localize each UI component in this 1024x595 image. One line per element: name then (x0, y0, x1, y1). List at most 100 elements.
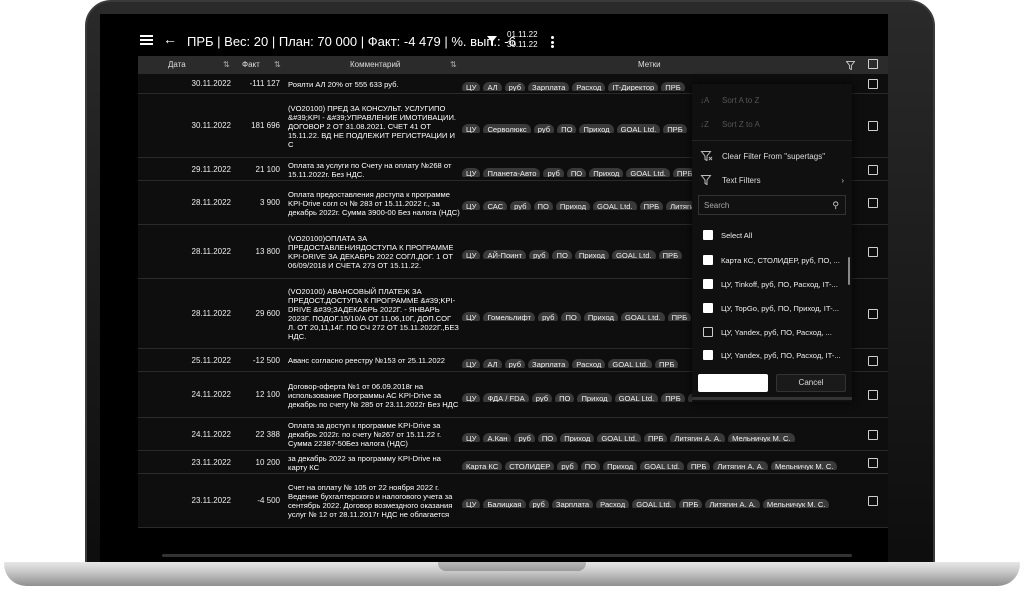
tag-chip: ПО (557, 124, 577, 133)
date-range[interactable]: 01.11.22 30.11.22 (507, 30, 538, 50)
comment-cell: Оплата предоставления доступа к программ… (288, 189, 460, 217)
option-checkbox[interactable] (703, 303, 713, 313)
option-checkbox[interactable] (703, 327, 713, 337)
filter-option[interactable]: ЦУ, Yandex, руб, ПО, Расход, ... (703, 326, 832, 338)
tag-chip: Мельничук М. С. (770, 460, 838, 470)
table-row[interactable]: 24.11.2022 22 388 Оплата за доступ к прогр… (138, 418, 888, 451)
fact-cell: -12 500 (252, 355, 280, 365)
sort-icon[interactable]: ⇅ (274, 60, 281, 69)
filter-icon[interactable] (487, 36, 497, 46)
row-checkbox[interactable] (868, 79, 878, 89)
tag-chip: руб (504, 358, 526, 368)
sort-asc-item[interactable]: ↓A Sort A to Z (700, 93, 759, 107)
select-all-checkbox[interactable] (868, 59, 878, 69)
more-options-icon[interactable] (551, 36, 554, 50)
row-checkbox[interactable] (868, 247, 878, 257)
tag-chip: Литягин А. А. (670, 432, 726, 442)
filter-option[interactable]: Select All (703, 229, 752, 241)
sort-icon[interactable]: ⇅ (450, 60, 457, 69)
comment-cell: (VO20100) АВАНСОВЫЙ ПЛАТЕЖ ЗА ПРЕДОСТ.ДО… (288, 287, 459, 341)
tag-chip: Зарплата (528, 82, 570, 91)
clear-filter-item[interactable]: Clear Filter From "supertags" (700, 149, 825, 163)
ok-button[interactable] (698, 374, 768, 392)
tags-cell: ЦУ А.Кан руб ПО Приход GOAL Ltd. ПРБ Литягин А.… (462, 428, 860, 442)
row-checkbox[interactable] (868, 309, 878, 319)
option-checkbox[interactable] (703, 279, 713, 289)
tag-chip: ПРБ (639, 201, 664, 210)
comment-cell: Оплата за доступ к программе KPI-Drive з… (288, 421, 442, 448)
tag-chip: Приход (589, 167, 624, 177)
column-header-date[interactable]: Дата (168, 60, 186, 69)
date-cell: 30.11.2022 (191, 79, 231, 88)
sort-desc-icon: ↓Z (700, 119, 709, 129)
filter-option[interactable]: Карта КС, СТОЛИДЕР, руб, ПО, ... (703, 254, 840, 266)
fact-cell: 12 100 (255, 390, 280, 399)
option-label: Select All (721, 230, 753, 240)
hamburger-menu-icon[interactable] (140, 35, 153, 45)
column-header-tags[interactable]: Метки (638, 60, 661, 69)
column-header-comment[interactable]: Комментарий (350, 60, 400, 69)
row-checkbox[interactable] (868, 121, 878, 131)
fact-cell: 21 100 (255, 164, 280, 174)
filter-option[interactable]: ЦУ, Tinkoff, руб, ПО, Расход, IT-... (703, 278, 838, 290)
filter-option[interactable]: ЦУ, Yandex, руб, ПО, Расход, IT-... (703, 349, 841, 361)
table-row[interactable]: 23.11.2022 -4 500 Счет на оплату № 105 от … (138, 474, 888, 528)
date-to: 30.11.22 (507, 40, 538, 49)
horizontal-scrollbar[interactable] (162, 554, 852, 557)
option-label: ЦУ, Yandex, руб, ПО, Расход, ... (721, 327, 832, 337)
tags-cell: ЦУ Балицкая руб Зарплата Расход GOAL Ltd. ПРБ Л… (462, 494, 860, 508)
tag-chip: GOAL Ltd. (620, 312, 665, 321)
row-checkbox[interactable] (868, 390, 878, 400)
tag-chip: ЦУ (462, 358, 481, 368)
top-bar: ← ПРБ | Вес: 20 | План: 70 000 | Факт: -… (100, 14, 888, 56)
search-icon: ⚲ (832, 200, 839, 210)
tag-chip: ЦУ (462, 201, 481, 210)
row-checkbox[interactable] (868, 457, 878, 468)
option-checkbox[interactable] (703, 230, 713, 240)
row-checkbox[interactable] (868, 164, 878, 175)
tag-chip: ЦУ (462, 499, 481, 508)
tag-chip: ЦУ (462, 312, 481, 321)
tag-chip: ЦУ (462, 167, 481, 177)
tag-chip: Карта КС (462, 460, 503, 470)
option-label: Карта КС, СТОЛИДЕР, руб, ПО, ... (721, 255, 840, 265)
page-title: ПРБ | Вес: 20 | План: 70 000 | Факт: -4 … (187, 34, 516, 49)
column-filter-icon[interactable] (846, 61, 855, 70)
tag-chip: руб (528, 499, 549, 508)
tag-chip: Литягин А. А. (705, 499, 760, 508)
back-arrow-icon[interactable]: ← (163, 32, 177, 46)
text-filters-item[interactable]: Text Filters › (700, 173, 844, 187)
tag-chip: GOAL Ltd. (614, 393, 659, 402)
tag-chip: Гомельлифт (483, 312, 536, 321)
options-scrollbar[interactable] (848, 257, 850, 285)
comment-cell: Договор-оферта №1 от 06.09.2018г на испо… (288, 381, 459, 409)
filter-search-input[interactable]: Search ⚲ (698, 195, 846, 215)
laptop-notch (438, 562, 586, 571)
tag-chip: ПРБ (663, 124, 687, 133)
option-checkbox[interactable] (703, 350, 713, 360)
date-cell: 29.11.2022 (191, 164, 231, 174)
row-checkbox[interactable] (868, 496, 878, 506)
sort-desc-item[interactable]: ↓Z Sort Z to A (700, 117, 760, 131)
column-header-fact[interactable]: Факт (242, 60, 260, 69)
screen: ← ПРБ | Вес: 20 | План: 70 000 | Факт: -… (100, 14, 888, 562)
row-checkbox[interactable] (868, 355, 878, 366)
tag-chip: Планета-Авто (483, 167, 541, 177)
filter-option[interactable]: ЦУ, TopGo, руб, ПО, Приход, IT-... (703, 302, 839, 314)
table-row[interactable]: 23.11.2022 10 200 за декабрь 2022 за прогр… (138, 451, 888, 474)
sort-icon[interactable]: ⇅ (223, 60, 230, 69)
row-checkbox[interactable] (868, 198, 878, 208)
tag-chip: А.Кан (483, 432, 512, 442)
tag-chip: АЙ-Поинт (483, 250, 527, 259)
fact-cell: 181 696 (251, 121, 280, 130)
tag-chip: ПРБ (661, 82, 685, 91)
tag-chip: руб (504, 82, 526, 91)
row-checkbox[interactable] (868, 429, 878, 440)
tag-chip: ПО (566, 167, 587, 177)
comment-cell: (VO20100) ПРЕД ЗА КОНСУЛЬТ. УСЛУГИПО &#3… (288, 103, 457, 149)
table-header: Дата ⇅ Факт ⇅ Комментарий ⇅ Метки (138, 56, 888, 74)
option-checkbox[interactable] (703, 255, 713, 265)
tag-chip: руб (557, 460, 578, 470)
date-cell: 25.11.2022 (191, 355, 231, 365)
cancel-button[interactable]: Cancel (776, 374, 846, 392)
